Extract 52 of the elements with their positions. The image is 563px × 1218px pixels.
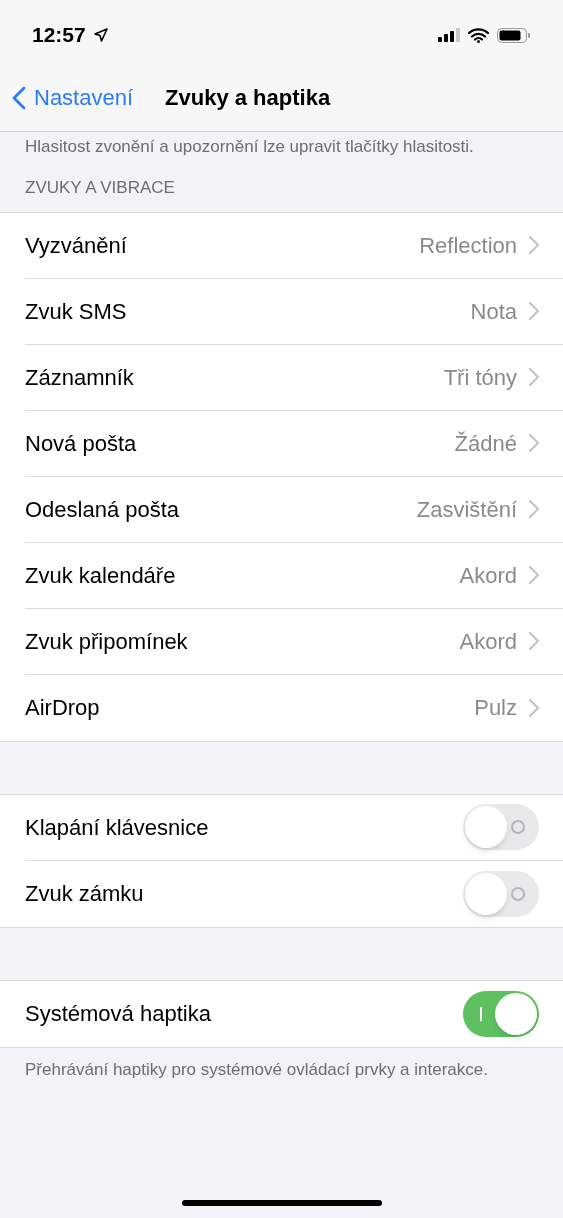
back-button[interactable]: Nastavení (12, 81, 134, 114)
chevron-icon (529, 302, 539, 320)
settings-row[interactable]: Zvuk kalendáře Akord (0, 542, 563, 609)
toggle-switch[interactable] (463, 804, 539, 850)
settings-row[interactable]: Zvuk připomínek Akord (0, 608, 563, 675)
row-label: Klapání klávesnice (25, 813, 209, 842)
battery-icon (497, 27, 531, 43)
row-label: Zvuk SMS (25, 297, 127, 326)
help-text: Hlasitost zvonění a upozornění lze upravit tlačítky hlasitosti. (24, 136, 475, 157)
row-label: AirDrop (25, 694, 100, 722)
clock: 12:57 (32, 22, 86, 49)
chevron-icon (529, 632, 539, 650)
row-label: Záznamník (25, 363, 134, 392)
signal-icon (438, 28, 460, 42)
settings-row[interactable]: Nová pošta Žádné (0, 410, 563, 477)
row-label: Nová pošta (25, 429, 137, 458)
settings-row[interactable]: Zvuk SMS Nota (0, 278, 563, 345)
row-value: Nota (470, 297, 517, 326)
chevron-icon (529, 566, 539, 584)
row-value: Tři tóny (443, 363, 517, 392)
settings-row[interactable]: Klapání klávesnice (0, 794, 563, 861)
settings-row[interactable]: Zvuk zámku (0, 860, 563, 927)
row-value: Akord (459, 627, 517, 656)
chevron-icon (529, 434, 539, 452)
chevron-icon (529, 236, 539, 254)
row-value: Reflection (419, 231, 517, 260)
section-header: ZVUKY A VIBRACE (24, 177, 176, 199)
settings-row[interactable]: Vyzvánění Reflection (0, 212, 563, 279)
row-label: Zvuk kalendáře (25, 561, 176, 590)
settings-row[interactable]: AirDrop Pulz (0, 674, 563, 741)
settings-row[interactable]: Systémová haptika (0, 980, 563, 1047)
settings-row[interactable]: Odeslaná pošta Zasvištění (0, 476, 563, 543)
back-chevron-icon (12, 85, 26, 110)
settings-row[interactable]: Záznamník Tři tóny (0, 344, 563, 411)
row-value: Pulz (474, 694, 517, 722)
row-label: Zvuk zámku (25, 880, 144, 908)
wifi-icon (468, 27, 489, 43)
row-label: Zvuk připomínek (25, 627, 188, 656)
chevron-icon (529, 500, 539, 518)
row-value: Žádné (454, 429, 517, 458)
footer-text: Přehrávání haptiky pro systémové ovládací prvky a interakce. (24, 1058, 489, 1081)
row-label: Systémová haptika (25, 1000, 211, 1028)
chevron-icon (529, 698, 539, 717)
row-label: Vyzvánění (25, 231, 127, 260)
row-value: Zasvištění (416, 495, 517, 524)
chevron-icon (529, 368, 539, 386)
page-title: Zvuky a haptika (165, 84, 331, 112)
row-value: Akord (459, 561, 517, 590)
toggle-switch[interactable] (463, 870, 539, 917)
row-label: Odeslaná pošta (25, 495, 180, 524)
location-arrow-icon (93, 28, 108, 42)
toggle-switch[interactable] (463, 990, 539, 1037)
